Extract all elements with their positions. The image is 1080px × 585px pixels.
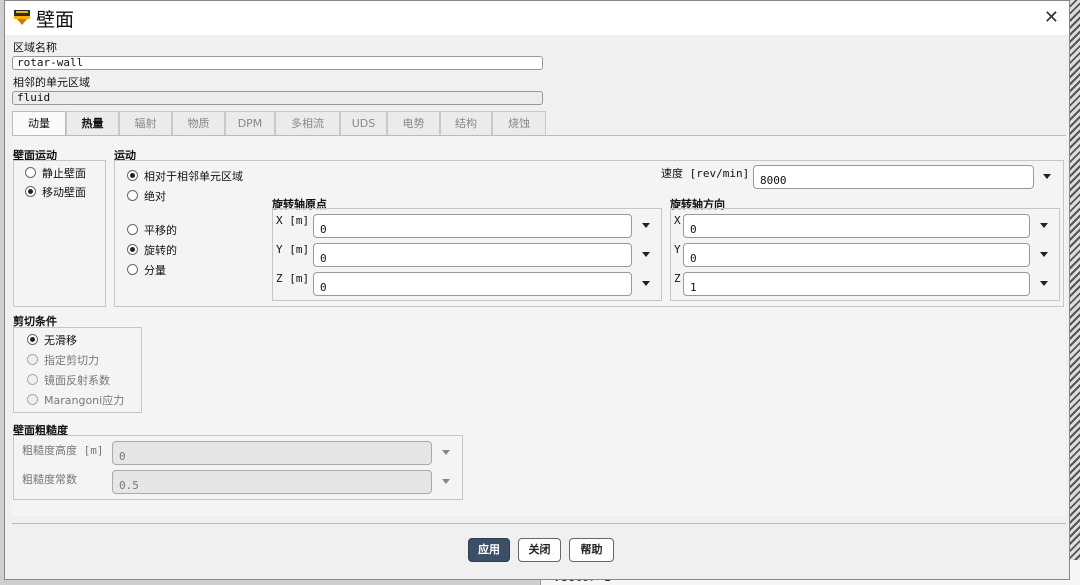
radio-dot [27, 394, 38, 405]
wall-motion-group [13, 160, 106, 307]
origin-z-label: Z [m] [276, 272, 310, 285]
direction-z-field[interactable]: 1 [683, 272, 1030, 296]
chevron-down-icon[interactable] [642, 281, 650, 286]
direction-y-label: Y [674, 243, 681, 256]
origin-x-field[interactable]: 0 [313, 214, 632, 238]
tab-structure[interactable]: 结构 [440, 111, 492, 135]
chevron-down-icon[interactable] [1043, 174, 1051, 179]
button-separator [12, 523, 1066, 524]
radio-dot [127, 264, 138, 275]
origin-y-field[interactable]: 0 [313, 243, 632, 267]
tab-thermal[interactable]: 热量 [66, 111, 119, 135]
zone-name-label: 区域名称 [13, 41, 57, 54]
moving-wall-label: 移动壁面 [42, 186, 86, 199]
components-label: 分量 [144, 264, 166, 277]
chevron-down-icon[interactable] [1040, 281, 1048, 286]
direction-z-label: Z [674, 272, 681, 285]
dialog-titlebar[interactable]: 壁面 ✕ [5, 1, 1069, 35]
tab-momentum[interactable]: 动量 [12, 111, 66, 136]
tab-potential[interactable]: 电势 [387, 111, 440, 135]
zone-name-field[interactable]: rotar-wall [12, 56, 543, 70]
dialog-title: 壁面 [36, 9, 75, 31]
radio-dot [27, 334, 38, 345]
direction-x-label: X [674, 214, 681, 227]
chevron-down-icon[interactable] [642, 252, 650, 257]
tab-dpm[interactable]: DPM [225, 111, 275, 135]
marangoni-label: Marangoni应力 [44, 394, 125, 407]
tab-species[interactable]: 物质 [172, 111, 225, 135]
speed-field[interactable]: 8000 [753, 165, 1034, 189]
rotational-label: 旋转的 [144, 244, 177, 257]
apply-button[interactable]: 应用 [468, 538, 510, 562]
chevron-down-icon[interactable] [442, 450, 450, 455]
roughness-constant-label: 粗糙度常数 [22, 473, 77, 486]
origin-z-field[interactable]: 0 [313, 272, 632, 296]
specularity-label: 镜面反射系数 [44, 374, 110, 387]
direction-y-field[interactable]: 0 [683, 243, 1030, 267]
close-icon[interactable]: ✕ [1044, 7, 1059, 28]
roughness-constant-field[interactable]: 0.5 [112, 470, 432, 494]
relative-label: 相对于相邻单元区域 [144, 170, 243, 183]
radio-dot [27, 374, 38, 385]
tab-ablation[interactable]: 烧蚀 [492, 111, 546, 135]
roughness-height-field[interactable]: 0 [112, 441, 432, 465]
radio-dot [127, 224, 138, 235]
help-button[interactable]: 帮助 [569, 538, 614, 562]
wall-icon [14, 10, 30, 25]
origin-x-label: X [m] [276, 214, 310, 227]
speed-label: 速度 [rev/min] [661, 167, 750, 180]
specified-shear-label: 指定剪切力 [44, 354, 99, 367]
adjacent-zone-label: 相邻的单元区域 [13, 76, 90, 89]
chevron-down-icon[interactable] [442, 479, 450, 484]
stationary-wall-label: 静止壁面 [42, 167, 86, 180]
roughness-height-label: 粗糙度高度 [m] [22, 444, 104, 457]
radio-dot [27, 354, 38, 365]
translational-label: 平移的 [144, 224, 177, 237]
chevron-down-icon[interactable] [1040, 223, 1048, 228]
chevron-down-icon[interactable] [1040, 252, 1048, 257]
close-button[interactable]: 关闭 [518, 538, 561, 562]
origin-y-label: Y [m] [276, 243, 310, 256]
radio-dot [25, 186, 36, 197]
tab-radiation[interactable]: 辐射 [119, 111, 172, 135]
radio-dot [127, 190, 138, 201]
radio-dot [127, 244, 138, 255]
tab-uds[interactable]: UDS [340, 111, 387, 135]
no-slip-label: 无滑移 [44, 334, 77, 347]
chevron-down-icon[interactable] [642, 223, 650, 228]
tab-multiphase[interactable]: 多相流 [275, 111, 340, 135]
absolute-label: 绝对 [144, 190, 166, 203]
radio-dot [127, 170, 138, 181]
radio-dot [25, 167, 36, 178]
direction-x-field[interactable]: 0 [683, 214, 1030, 238]
adjacent-zone-field: fluid [12, 91, 543, 105]
wall-dialog: 壁面 ✕ 区域名称 rotar-wall 相邻的单元区域 fluid 动量 热量… [4, 0, 1070, 580]
